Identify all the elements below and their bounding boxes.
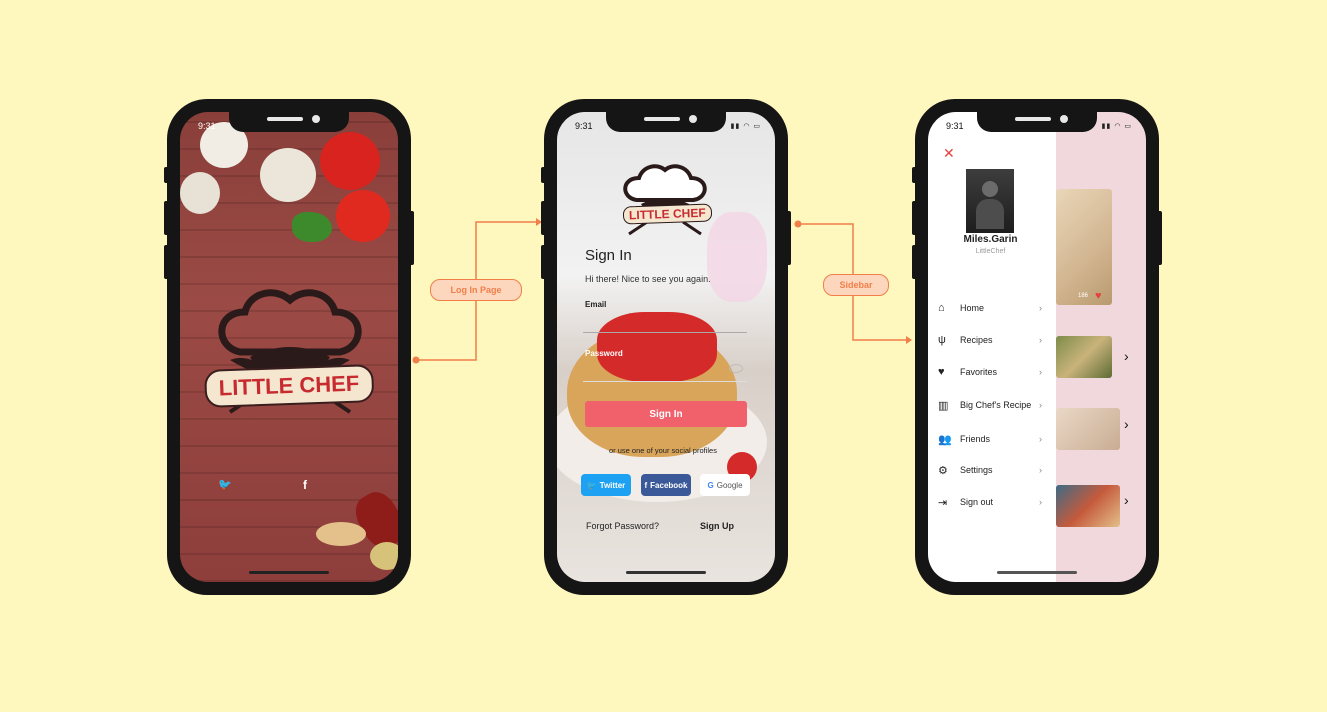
chevron-right-icon: ›	[1039, 465, 1042, 475]
fork-knife-icon: ψ	[938, 334, 946, 346]
login-logo-text: LITTLE CHEF	[622, 203, 712, 225]
facebook-icon: f	[644, 480, 648, 490]
sidebar-drawer: ✕ Miles.Garin LittleChef ⌂ Home › ψ Reci…	[928, 112, 1056, 582]
notch	[229, 112, 349, 132]
home-indicator	[997, 571, 1077, 574]
login-chef-hat-logo	[619, 160, 711, 240]
chevron-right-icon: ›	[1039, 303, 1042, 313]
chevron-right-icon: ›	[1039, 335, 1042, 345]
chevron-right-icon: ›	[1039, 497, 1042, 507]
status-time: 9:31	[946, 121, 964, 131]
status-time: 9:31	[198, 121, 216, 131]
dumplings-image	[1056, 189, 1112, 305]
book-icon: ▥	[938, 399, 949, 412]
sidebar-item-recipes[interactable]: ψ Recipes ›	[938, 331, 1042, 349]
splash-screen: LITTLE CHEF 🐦 f 9:31	[180, 112, 398, 582]
chevron-right-icon: ›	[1039, 367, 1042, 377]
chevron-right-icon: ›	[1039, 434, 1042, 444]
close-icon[interactable]: ✕	[943, 145, 955, 162]
notch	[606, 112, 726, 132]
sidebar-item-favorites[interactable]: ♥ Favorites ›	[938, 363, 1042, 381]
sidebar-item-sign-out[interactable]: ⇥ Sign out ›	[938, 493, 1042, 511]
sidebar-screen: 186 ♥ › › › ✕ Miles.Garin LittleChef ⌂ H…	[928, 112, 1146, 582]
login-screen: LITTLE CHEF Sign In Hi there! Nice to se…	[557, 112, 775, 582]
chevron-right-icon[interactable]: ›	[1124, 348, 1129, 364]
friends-icon: 👥	[938, 433, 952, 446]
tacos-image	[1056, 336, 1112, 378]
facebook-button[interactable]: f Facebook	[641, 474, 691, 496]
notch	[977, 112, 1097, 132]
google-icon: G	[707, 480, 714, 490]
chef-hat-logo	[210, 282, 370, 432]
sign-out-icon: ⇥	[938, 496, 948, 509]
twitter-icon[interactable]: 🐦	[218, 478, 232, 491]
twitter-button[interactable]: 🐦 Twitter	[581, 474, 631, 496]
sign-in-title: Sign In	[585, 247, 632, 264]
facebook-icon[interactable]: f	[303, 478, 307, 492]
status-icons: ▮▮ ◠ ▭	[730, 123, 761, 130]
log-in-page-label: Log In Page	[430, 279, 522, 301]
content-behind-drawer: 186 ♥ › › ›	[1056, 112, 1146, 582]
email-underline	[583, 332, 747, 333]
sign-up-link[interactable]: Sign Up	[700, 521, 734, 531]
home-icon: ⌂	[938, 302, 945, 314]
user-handle: LittleChef	[975, 248, 1006, 255]
chevron-right-icon[interactable]: ›	[1124, 492, 1129, 508]
sidebar-item-big-chefs-recipe[interactable]: ▥ Big Chef's Recipe ›	[938, 396, 1042, 414]
eye-icon[interactable]	[729, 364, 743, 373]
gear-icon: ⚙	[938, 464, 948, 477]
home-indicator	[249, 571, 329, 574]
password-underline	[583, 381, 747, 382]
sidebar-item-home[interactable]: ⌂ Home ›	[938, 299, 1042, 317]
buns-image	[1056, 408, 1120, 450]
chevron-right-icon: ›	[1039, 400, 1042, 410]
heart-icon[interactable]: ♥	[1095, 290, 1102, 302]
twitter-icon: 🐦	[586, 480, 597, 490]
dish-image	[1056, 485, 1120, 527]
login-phone: LITTLE CHEF Sign In Hi there! Nice to se…	[541, 99, 791, 595]
user-name: Miles.Garin	[963, 234, 1018, 245]
forgot-password-link[interactable]: Forgot Password?	[586, 521, 659, 531]
status-icons: ▮▮ ◠ ▭	[1101, 123, 1132, 130]
likes-count: 186	[1078, 293, 1089, 299]
password-field[interactable]	[583, 359, 747, 379]
sidebar-label: Sidebar	[823, 274, 889, 296]
sign-in-button[interactable]: Sign In	[585, 401, 747, 427]
sign-in-subtitle: Hi there! Nice to see you again.	[585, 274, 711, 284]
avatar[interactable]	[966, 169, 1014, 233]
splash-logo-text: LITTLE CHEF	[204, 364, 374, 408]
email-field[interactable]	[583, 310, 747, 330]
social-profiles-text: or use one of your social profiles	[609, 446, 717, 455]
heart-icon: ♥	[938, 366, 945, 378]
sidebar-item-friends[interactable]: 👥 Friends ›	[938, 430, 1042, 448]
status-time: 9:31	[575, 121, 593, 131]
sidebar-item-settings[interactable]: ⚙ Settings ›	[938, 461, 1042, 479]
splash-phone: LITTLE CHEF 🐦 f 9:31	[164, 99, 414, 595]
sidebar-phone: 186 ♥ › › › ✕ Miles.Garin LittleChef ⌂ H…	[912, 99, 1162, 595]
google-button[interactable]: G Google	[700, 474, 750, 496]
password-label: Password	[585, 349, 623, 358]
email-label: Email	[585, 300, 607, 309]
chevron-right-icon[interactable]: ›	[1124, 416, 1129, 432]
home-indicator	[626, 571, 706, 574]
